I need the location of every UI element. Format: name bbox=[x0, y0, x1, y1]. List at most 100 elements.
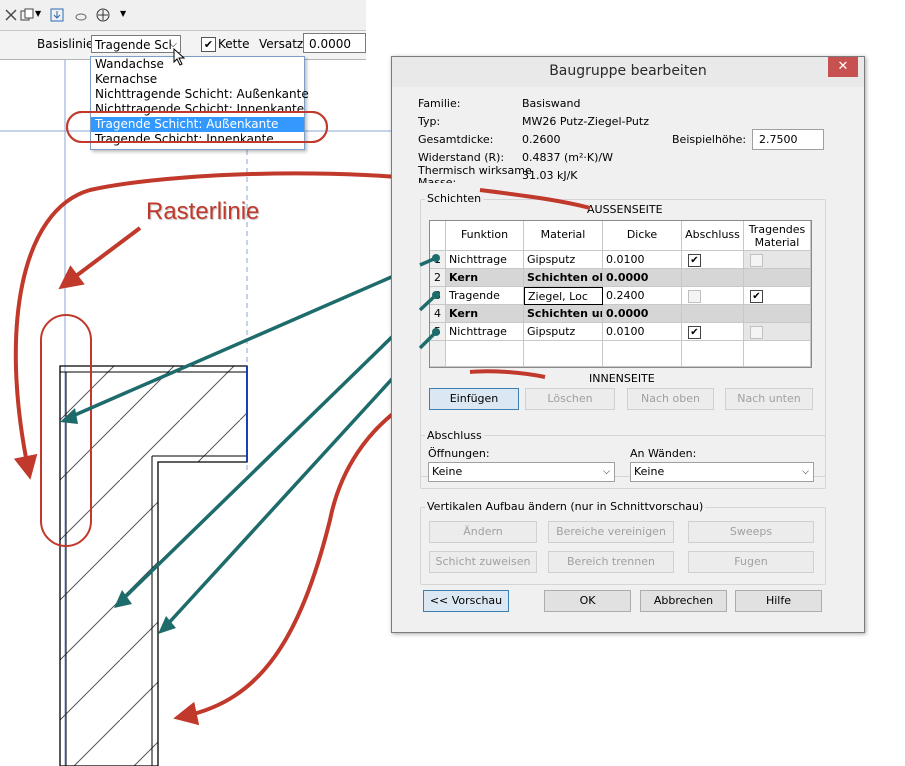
column-header[interactable]: Dicke bbox=[603, 221, 682, 251]
vertikal-group bbox=[420, 507, 826, 585]
chevron-down-icon[interactable]: ▼ bbox=[35, 9, 41, 18]
oeffnungen-label: Öffnungen: bbox=[428, 447, 490, 460]
close-button[interactable]: ✕ bbox=[828, 57, 858, 77]
layer-material[interactable]: Schichten ob bbox=[524, 269, 603, 287]
basislinie-label: Basislinie: bbox=[37, 37, 98, 51]
dropdown-option-wandachse[interactable]: Wandachse bbox=[91, 57, 304, 72]
layer-abschluss bbox=[682, 305, 744, 323]
chevron-down-icon: ⌵ bbox=[802, 467, 809, 477]
chevron-down-icon: ⌵ bbox=[603, 467, 610, 477]
load-icon[interactable] bbox=[50, 8, 64, 22]
basislinie-select[interactable]: Tragende Scl ⌵ bbox=[91, 35, 181, 53]
layer-funktion[interactable]: Nichttrage bbox=[446, 323, 524, 341]
typ-label: Typ: bbox=[418, 115, 441, 128]
aussenseite-label: AUSSENSEITE bbox=[587, 203, 663, 216]
schicht-zuweisen-button[interactable]: Schicht zuweisen bbox=[429, 551, 537, 573]
widerstand-label: Widerstand (R): bbox=[418, 151, 505, 164]
layer-funktion[interactable]: Kern bbox=[446, 269, 524, 287]
layer-dicke[interactable]: 0.0100 bbox=[603, 251, 682, 269]
an-waenden-value: Keine bbox=[634, 465, 665, 478]
an-waenden-label: An Wänden: bbox=[630, 447, 697, 460]
row-number[interactable]: 5 bbox=[430, 323, 446, 341]
widerstand-value: 0.4837 (m²·K)/W bbox=[522, 151, 613, 164]
layer-funktion[interactable]: Kern bbox=[446, 305, 524, 323]
layer-funktion[interactable]: Tragende bbox=[446, 287, 524, 305]
thermisch-value: 31.03 kJ/K bbox=[522, 169, 578, 182]
column-header[interactable]: Funktion bbox=[446, 221, 524, 251]
abschluss-group-label: Abschluss bbox=[425, 429, 484, 442]
row-number[interactable]: 4 bbox=[430, 305, 446, 323]
dropdown-option-nichttragende-innen[interactable]: Nichttragende Schicht: Innenkante bbox=[91, 102, 304, 117]
fugen-button[interactable]: Fugen bbox=[688, 551, 814, 573]
vorschau-button[interactable]: << Vorschau bbox=[423, 590, 509, 612]
layer-funktion[interactable]: Nichttrage bbox=[446, 251, 524, 269]
rasterlinie-annotation: Rasterlinie bbox=[146, 198, 260, 225]
column-header[interactable]: Material bbox=[524, 221, 603, 251]
kette-checkbox[interactable]: ✔ bbox=[201, 37, 216, 52]
familie-value: Basiswand bbox=[522, 97, 581, 110]
gesamtdicke-value: 0.2600 bbox=[522, 133, 561, 146]
dialog-titlebar[interactable]: Baugruppe bearbeiten ✕ bbox=[392, 57, 864, 87]
tragend-checkbox bbox=[750, 254, 763, 267]
versatz-label: Versatz: bbox=[259, 37, 308, 51]
aendern-button[interactable]: Ändern bbox=[429, 521, 537, 543]
row-number[interactable]: 2 bbox=[430, 269, 446, 287]
layer-material[interactable]: Ziegel, Loc bbox=[524, 287, 603, 305]
column-header[interactable]: Tragendes Material bbox=[744, 221, 811, 251]
cut-icon[interactable] bbox=[4, 8, 18, 22]
ok-button[interactable]: OK bbox=[544, 590, 631, 612]
layer-dicke[interactable]: 0.0000 bbox=[603, 269, 682, 287]
dropdown-option-nichttragende-aussen[interactable]: Nichttragende Schicht: Außenkante bbox=[91, 87, 309, 102]
column-header-line: Tragendes bbox=[748, 223, 806, 236]
copy-icon[interactable] bbox=[20, 8, 34, 22]
an-waenden-select[interactable]: Keine ⌵ bbox=[630, 462, 814, 482]
dialog-title: Baugruppe bearbeiten bbox=[549, 63, 707, 79]
basislinie-value: Tragende Scl bbox=[95, 38, 172, 52]
layer-material[interactable]: Schichten un bbox=[524, 305, 603, 323]
vertikal-group-label: Vertikalen Aufbau ändern (nur in Schnitt… bbox=[425, 500, 706, 513]
tragend-checkbox[interactable]: ✔ bbox=[750, 290, 763, 303]
tragend-checkbox bbox=[750, 326, 763, 339]
row-number[interactable]: 1 bbox=[430, 251, 446, 269]
material-icon[interactable] bbox=[96, 8, 110, 22]
versatz-input[interactable]: 0.0000 bbox=[303, 33, 366, 53]
layer-material[interactable]: Gipsputz bbox=[524, 323, 603, 341]
abschluss-checkbox bbox=[688, 290, 701, 303]
dropdown-option-tragende-aussen[interactable]: Tragende Schicht: Außenkante bbox=[91, 117, 304, 132]
dropdown-option-tragende-innen[interactable]: Tragende Schicht: Innenkante bbox=[91, 132, 304, 147]
oeffnungen-select[interactable]: Keine ⌵ bbox=[428, 462, 615, 482]
abschluss-checkbox[interactable]: ✔ bbox=[688, 254, 701, 267]
typ-value: MW26 Putz-Ziegel-Putz bbox=[522, 115, 649, 128]
masse-label: Masse: bbox=[418, 176, 457, 183]
chevron-down-icon[interactable]: ▼ bbox=[120, 9, 126, 18]
quick-access-toolbar: ▼ ▼ bbox=[0, 0, 366, 31]
layer-dicke[interactable]: 0.0100 bbox=[603, 323, 682, 341]
loeschen-button[interactable]: Löschen bbox=[525, 388, 615, 410]
hilfe-button[interactable]: Hilfe bbox=[735, 590, 822, 612]
abschluss-checkbox[interactable]: ✔ bbox=[688, 326, 701, 339]
arrow-rasterlinie bbox=[58, 226, 142, 290]
column-header-line: Material bbox=[754, 236, 800, 249]
layer-material[interactable]: Gipsputz bbox=[524, 251, 603, 269]
row-number[interactable]: 3 bbox=[430, 287, 446, 305]
layer-dicke[interactable]: 0.0000 bbox=[603, 305, 682, 323]
nach-oben-button[interactable]: Nach oben bbox=[627, 388, 714, 410]
baugruppe-dialog: Baugruppe bearbeiten ✕ Familie: Basiswan… bbox=[391, 56, 865, 633]
familie-label: Familie: bbox=[418, 97, 461, 110]
dropdown-option-kernachse[interactable]: Kernachse bbox=[91, 72, 304, 87]
column-header[interactable]: Abschluss bbox=[682, 221, 744, 251]
innenseite-label: INNENSEITE bbox=[589, 372, 655, 385]
mouse-cursor-icon bbox=[173, 48, 186, 66]
bereich-trennen-button[interactable]: Bereich trennen bbox=[548, 551, 674, 573]
layer-tragend bbox=[744, 269, 811, 287]
beispielhoehe-input[interactable]: 2.7500 bbox=[752, 129, 824, 150]
einfuegen-button[interactable]: Einfügen bbox=[429, 388, 519, 410]
bereiche-vereinigen-button[interactable]: Bereiche vereinigen bbox=[548, 521, 674, 543]
sweeps-button[interactable]: Sweeps bbox=[688, 521, 814, 543]
abbrechen-button[interactable]: Abbrechen bbox=[640, 590, 727, 612]
teapot-icon[interactable] bbox=[74, 8, 88, 22]
nach-unten-button[interactable]: Nach unten bbox=[725, 388, 813, 410]
layer-tragend bbox=[744, 305, 811, 323]
layer-dicke[interactable]: 0.2400 bbox=[603, 287, 682, 305]
layer-abschluss bbox=[682, 269, 744, 287]
